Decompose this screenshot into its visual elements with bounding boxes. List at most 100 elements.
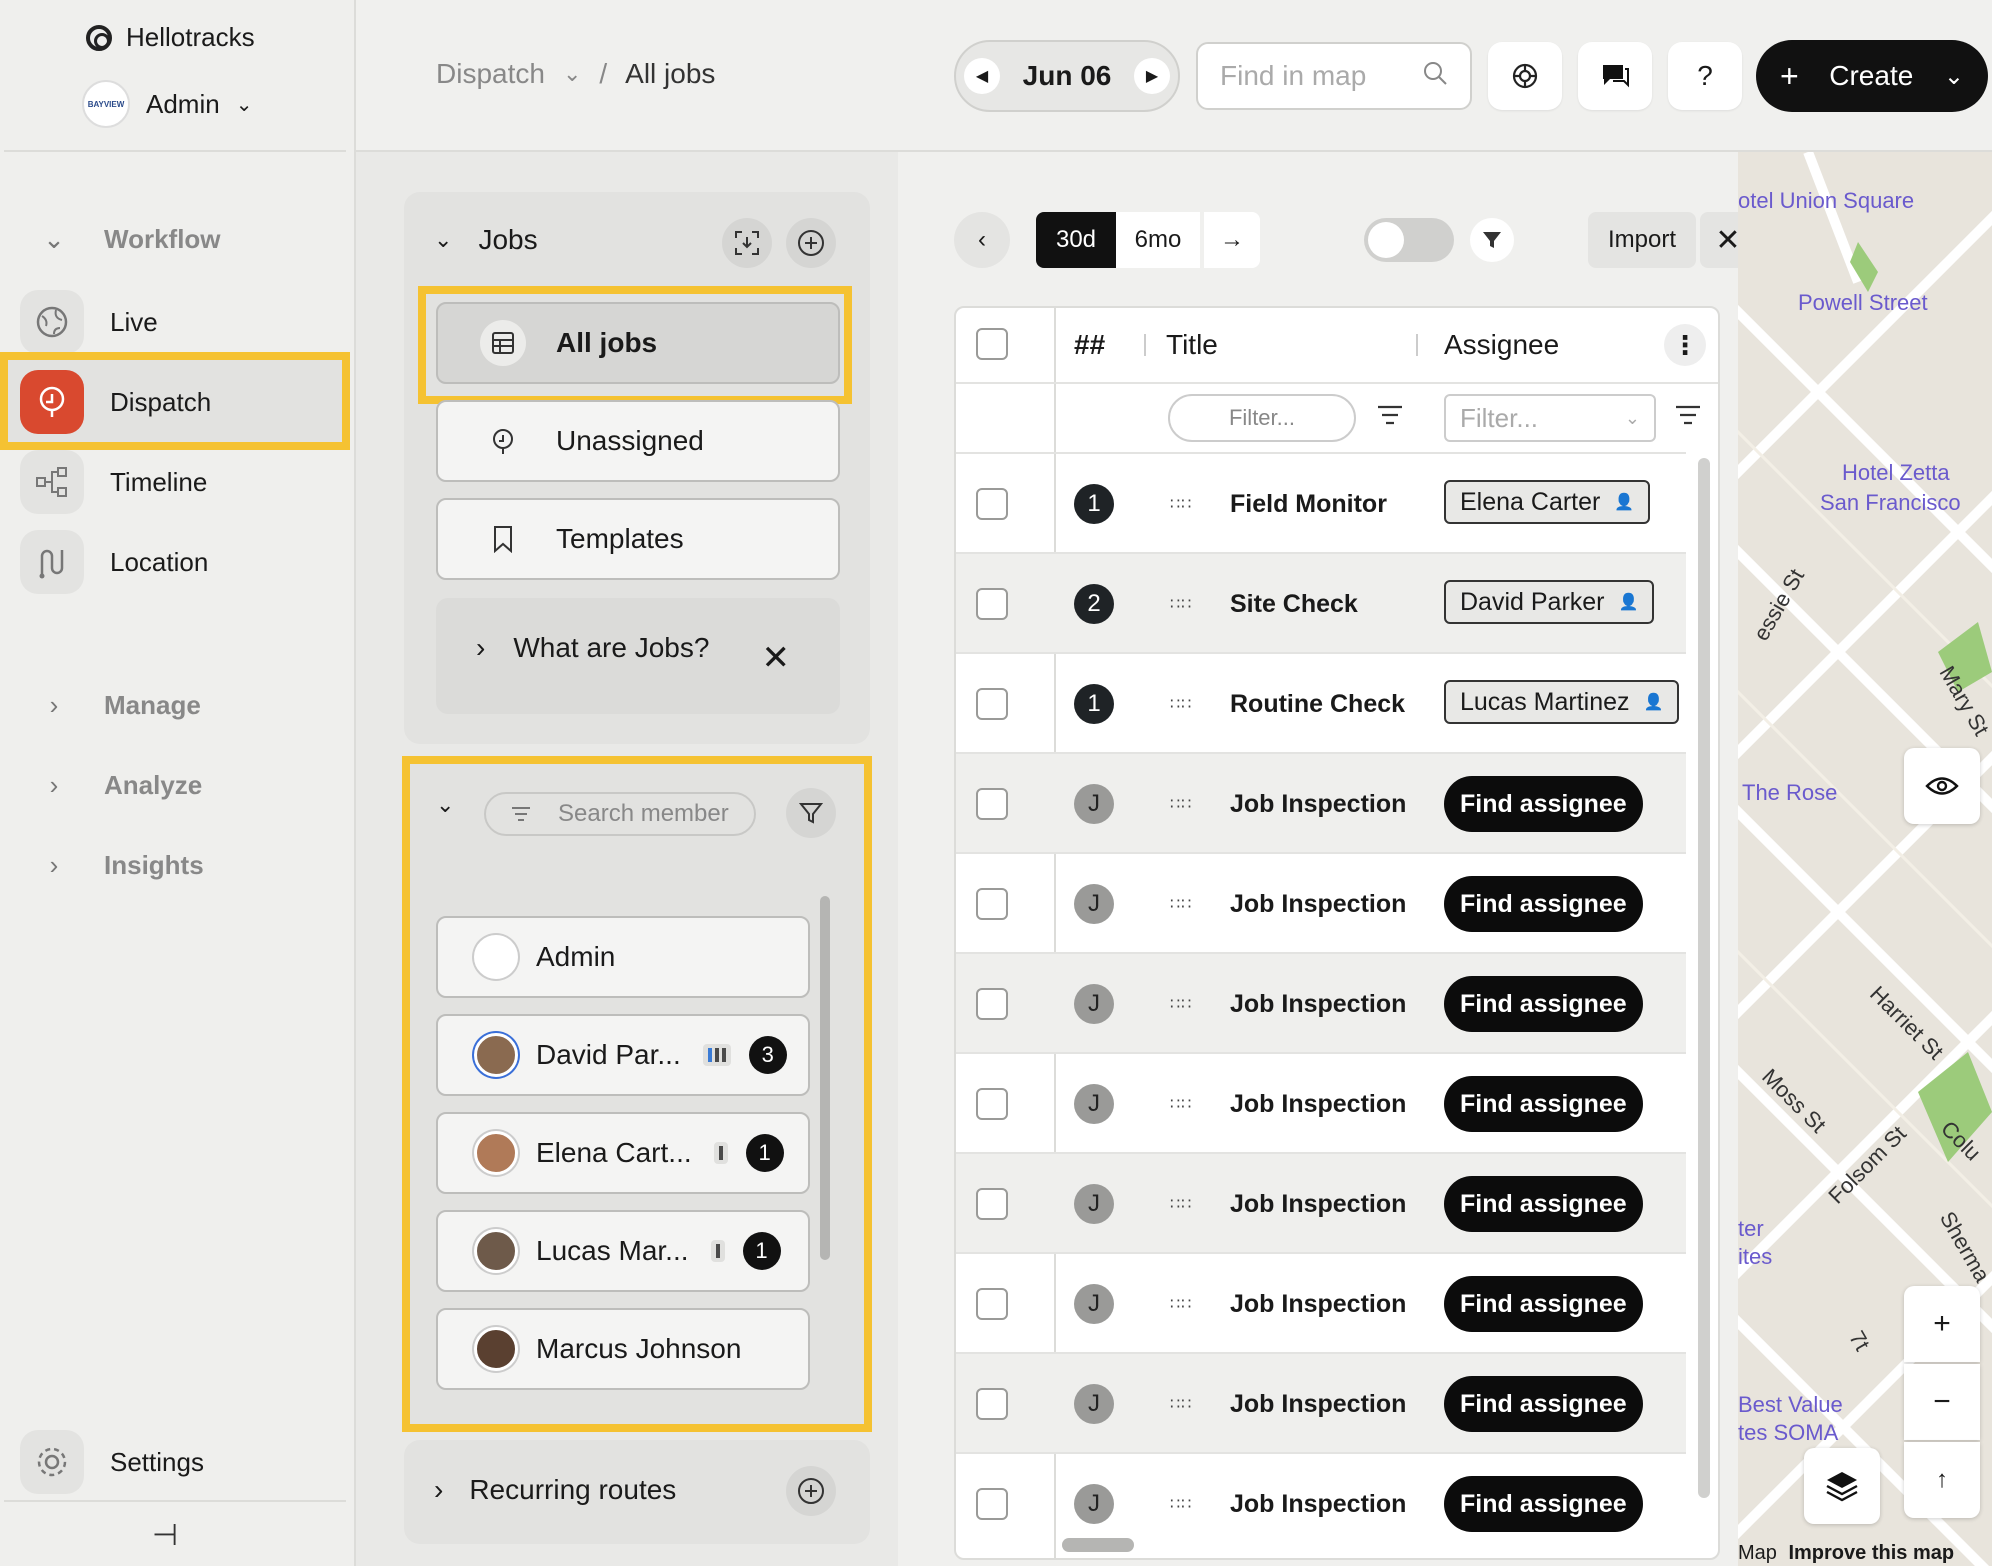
breadcrumb-parent[interactable]: Dispatch — [436, 58, 545, 90]
column-resizer[interactable] — [1144, 334, 1146, 356]
column-header-assignee[interactable]: Assignee — [1444, 308, 1559, 382]
table-row[interactable]: J ∷∷ Job Inspection Find assignee — [956, 852, 1686, 952]
sidebar-item-location[interactable]: Location — [20, 530, 208, 594]
brand[interactable]: Hellotracks — [86, 22, 255, 53]
assignee-filter-select[interactable]: Filter... ⌄ — [1444, 394, 1656, 442]
add-route-button[interactable] — [786, 1466, 836, 1516]
job-title[interactable]: Job Inspection — [1230, 1290, 1406, 1319]
column-resizer[interactable] — [1416, 334, 1418, 356]
next-date-button[interactable]: ▶ — [1133, 58, 1170, 94]
table-row[interactable]: J ∷∷ Job Inspection Find assignee — [956, 1452, 1686, 1552]
find-assignee-button[interactable]: Find assignee — [1444, 1476, 1643, 1532]
drag-handle-icon[interactable]: ∷∷ — [1170, 994, 1192, 1014]
toggle-switch[interactable] — [1364, 218, 1454, 262]
row-checkbox[interactable] — [976, 888, 1008, 920]
help-button[interactable]: ? — [1668, 42, 1742, 110]
what-are-jobs-card[interactable]: › What are Jobs? ✕ — [436, 598, 840, 714]
job-title[interactable]: Job Inspection — [1230, 890, 1406, 919]
drag-handle-icon[interactable]: ∷∷ — [1170, 594, 1192, 614]
member-david[interactable]: David Par... 3 — [436, 1014, 810, 1096]
menu-templates[interactable]: Templates — [436, 498, 840, 580]
drag-handle-icon[interactable]: ∷∷ — [1170, 1394, 1192, 1414]
drag-handle-icon[interactable]: ∷∷ — [1170, 794, 1192, 814]
job-title[interactable]: Job Inspection — [1230, 990, 1406, 1019]
find-in-map-input[interactable]: Find in map — [1196, 42, 1472, 110]
checkbox[interactable] — [976, 328, 1008, 360]
visibility-button[interactable] — [1904, 748, 1980, 824]
sidebar-item-timeline[interactable]: Timeline — [20, 450, 207, 514]
drag-handle-icon[interactable]: ∷∷ — [1170, 694, 1192, 714]
find-assignee-button[interactable]: Find assignee — [1444, 776, 1643, 832]
prev-range-button[interactable]: ‹ — [954, 212, 1010, 268]
table-row[interactable]: J ∷∷ Job Inspection Find assignee — [956, 1152, 1686, 1252]
job-title[interactable]: Job Inspection — [1230, 1190, 1406, 1219]
row-checkbox[interactable] — [976, 1288, 1008, 1320]
find-assignee-button[interactable]: Find assignee — [1444, 1376, 1643, 1432]
job-title[interactable]: Job Inspection — [1230, 790, 1406, 819]
title-filter-input[interactable]: Filter... — [1168, 394, 1356, 442]
zoom-out-button[interactable]: − — [1904, 1364, 1980, 1440]
filter-button[interactable] — [1470, 218, 1514, 262]
drag-handle-icon[interactable]: ∷∷ — [1170, 894, 1192, 914]
recurring-routes-header[interactable]: › Recurring routes — [434, 1474, 676, 1506]
row-checkbox[interactable] — [976, 1388, 1008, 1420]
table-scrollbar-horizontal[interactable] — [1062, 1538, 1134, 1552]
import-jobs-button[interactable] — [722, 218, 772, 268]
org-switcher[interactable]: BAYVIEW Admin ⌄ — [82, 80, 252, 128]
sidebar-item-live[interactable]: Live — [20, 290, 158, 354]
nav-group-analyze[interactable]: › Analyze — [40, 770, 203, 801]
job-title[interactable]: Site Check — [1230, 590, 1358, 619]
table-scrollbar-vertical[interactable] — [1698, 458, 1710, 1498]
job-title[interactable]: Job Inspection — [1230, 1390, 1406, 1419]
drag-handle-icon[interactable]: ∷∷ — [1170, 1294, 1192, 1314]
row-checkbox[interactable] — [976, 488, 1008, 520]
column-header-num[interactable]: ## — [1074, 308, 1105, 382]
menu-unassigned[interactable]: Unassigned — [436, 400, 840, 482]
map[interactable]: otel Union Square Powell Street Hotel Ze… — [1738, 152, 1992, 1566]
drag-handle-icon[interactable]: ∷∷ — [1170, 494, 1192, 514]
job-title[interactable]: Job Inspection — [1230, 1490, 1406, 1519]
row-checkbox[interactable] — [976, 588, 1008, 620]
table-row[interactable]: 2 ∷∷ Site Check David Parker 👤 — [956, 552, 1686, 652]
column-header-title[interactable]: Title — [1166, 308, 1218, 382]
assignee-chip[interactable]: Lucas Martinez 👤 — [1444, 680, 1680, 724]
find-assignee-button[interactable]: Find assignee — [1444, 1176, 1643, 1232]
row-checkbox[interactable] — [976, 1088, 1008, 1120]
table-row[interactable]: J ∷∷ Job Inspection Find assignee — [956, 752, 1686, 852]
row-checkbox[interactable] — [976, 1188, 1008, 1220]
more-options-icon[interactable]: ⋮ — [1664, 324, 1706, 366]
member-filter-button[interactable] — [786, 788, 836, 838]
member-lucas[interactable]: Lucas Mar... 1 — [436, 1210, 810, 1292]
nav-group-insights[interactable]: › Insights — [40, 850, 204, 881]
create-button[interactable]: + Create ⌄ — [1756, 40, 1988, 112]
find-assignee-button[interactable]: Find assignee — [1444, 1076, 1643, 1132]
table-row[interactable]: 1 ∷∷ Routine Check Lucas Martinez 👤 — [956, 652, 1686, 752]
table-row[interactable]: J ∷∷ Job Inspection Find assignee — [956, 1252, 1686, 1352]
nav-group-manage[interactable]: › Manage — [40, 690, 201, 721]
layers-button[interactable] — [1804, 1448, 1880, 1524]
search-member-input[interactable]: Search member — [484, 792, 756, 836]
row-checkbox[interactable] — [976, 988, 1008, 1020]
row-checkbox[interactable] — [976, 1488, 1008, 1520]
import-button[interactable]: Import — [1588, 212, 1696, 268]
drag-handle-icon[interactable]: ∷∷ — [1170, 1494, 1192, 1514]
members-scrollbar[interactable] — [820, 896, 830, 1260]
sidebar-item-settings[interactable]: Settings — [20, 1430, 204, 1494]
improve-map-link[interactable]: Improve this map — [1788, 1542, 1954, 1564]
job-title[interactable]: Field Monitor — [1230, 490, 1387, 519]
arrow-right-icon[interactable]: → — [1204, 212, 1260, 268]
assignee-chip[interactable]: David Parker 👤 — [1444, 580, 1655, 624]
prev-date-button[interactable]: ◀ — [964, 58, 1000, 94]
table-row[interactable]: J ∷∷ Job Inspection Find assignee — [956, 1352, 1686, 1452]
row-checkbox[interactable] — [976, 788, 1008, 820]
ai-assistant-button[interactable] — [1488, 42, 1562, 110]
member-admin[interactable]: Admin — [436, 916, 810, 998]
nav-group-workflow[interactable]: ⌄ Workflow — [40, 224, 220, 255]
range-30d[interactable]: 30d — [1036, 212, 1116, 268]
row-checkbox[interactable] — [976, 688, 1008, 720]
chevron-down-icon[interactable]: ⌄ — [436, 792, 454, 818]
current-date[interactable]: Jun 06 — [1023, 60, 1112, 92]
drag-handle-icon[interactable]: ∷∷ — [1170, 1194, 1192, 1214]
job-title[interactable]: Routine Check — [1230, 690, 1405, 719]
member-elena[interactable]: Elena Cart... 1 — [436, 1112, 810, 1194]
